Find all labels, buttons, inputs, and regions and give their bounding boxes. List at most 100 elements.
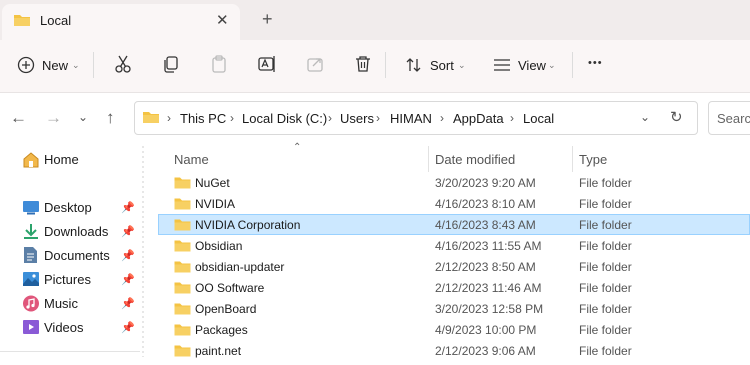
new-label: New [42, 58, 69, 73]
divider [385, 52, 386, 78]
breadcrumb-himan[interactable]: HIMAN [390, 111, 432, 126]
file-date: 3/20/2023 9:20 AM [435, 176, 536, 190]
pin-icon[interactable]: 📌 [121, 273, 135, 286]
delete-icon[interactable] [353, 54, 373, 74]
refresh-icon[interactable]: ↻ [670, 108, 683, 126]
view-icon [494, 59, 510, 71]
file-type: File folder [579, 218, 632, 232]
column-divider[interactable] [572, 146, 573, 172]
paste-icon[interactable] [209, 54, 229, 74]
download-icon [24, 224, 38, 239]
file-row[interactable]: NuGet 3/20/2023 9:20 AM File folder [158, 172, 750, 193]
chevron-down-icon: ⌄ [548, 60, 556, 70]
file-name: Packages [195, 323, 248, 337]
pin-icon[interactable]: 📌 [121, 321, 135, 334]
file-row[interactable]: Packages 4/9/2023 10:00 PM File folder [158, 319, 750, 340]
file-row[interactable]: paint.net 2/12/2023 9:06 AM File folder [158, 340, 750, 361]
view-button[interactable]: View ⌄ [488, 50, 562, 80]
nav-item-downloads[interactable]: Downloads 📌 [14, 220, 140, 242]
nav-item-home[interactable]: Home [14, 148, 140, 170]
file-type: File folder [579, 197, 632, 211]
file-date: 4/16/2023 8:43 AM [435, 218, 536, 232]
pictures-icon [23, 272, 39, 286]
more-options-button[interactable]: ••• [588, 57, 603, 69]
desktop-icon [23, 201, 39, 215]
breadcrumb-separator[interactable]: › [440, 111, 444, 125]
nav-label-home: Home [44, 152, 79, 167]
folder-icon [174, 240, 191, 252]
file-row[interactable]: OO Software 2/12/2023 11:46 AM File fold… [158, 277, 750, 298]
folder-icon [174, 282, 191, 294]
pin-icon[interactable]: 📌 [121, 249, 135, 262]
nav-item-pictures[interactable]: Pictures 📌 [14, 268, 140, 290]
cut-icon[interactable] [113, 54, 133, 74]
pin-icon[interactable]: 📌 [121, 201, 135, 214]
copy-icon[interactable] [161, 54, 181, 74]
folder-icon [174, 261, 191, 273]
recent-chevron-icon[interactable]: ⌄ [78, 110, 88, 124]
sort-button[interactable]: Sort ⌄ [400, 50, 472, 80]
nav-label-desktop: Desktop [44, 200, 92, 215]
file-name: NVIDIA Corporation [195, 218, 301, 232]
search-placeholder: Search [717, 111, 750, 126]
file-date: 2/12/2023 9:06 AM [435, 344, 536, 358]
address-dropdown-icon[interactable]: ⌄ [640, 110, 650, 124]
back-arrow-icon[interactable]: ← [10, 108, 27, 128]
home-icon [23, 152, 39, 168]
nav-label-documents: Documents [44, 248, 110, 263]
breadcrumb-separator[interactable]: › [167, 111, 171, 125]
folder-icon [174, 324, 191, 336]
nav-label-videos: Videos [44, 320, 84, 335]
file-row[interactable]: Obsidian 4/16/2023 11:55 AM File folder [158, 235, 750, 256]
file-type: File folder [579, 302, 632, 316]
file-row[interactable]: obsidian-updater 2/12/2023 8:50 AM File … [158, 256, 750, 277]
sort-icon [406, 58, 421, 72]
pin-icon[interactable]: 📌 [121, 225, 135, 238]
breadcrumb-local-disk[interactable]: Local Disk (C:) [242, 111, 327, 126]
share-icon[interactable] [305, 54, 325, 74]
file-type: File folder [579, 323, 632, 337]
file-row-selected[interactable]: NVIDIA Corporation 4/16/2023 8:43 AM Fil… [158, 214, 750, 235]
breadcrumb-separator[interactable]: › [376, 111, 380, 125]
new-tab-button[interactable]: + [262, 9, 273, 30]
breadcrumb-users[interactable]: Users [340, 111, 374, 126]
rename-icon[interactable] [257, 54, 277, 74]
forward-arrow-icon[interactable]: → [45, 108, 62, 128]
folder-icon [174, 303, 191, 315]
breadcrumb-separator[interactable]: › [510, 111, 514, 125]
tab-local[interactable] [2, 4, 240, 40]
breadcrumb-this-pc[interactable]: This PC [180, 111, 226, 126]
nav-item-desktop[interactable]: Desktop 📌 [14, 196, 140, 218]
column-header-name[interactable]: Name [174, 152, 209, 167]
close-tab-icon[interactable]: ✕ [216, 11, 229, 29]
breadcrumb-local[interactable]: Local [523, 111, 554, 126]
file-name: paint.net [195, 344, 242, 358]
nav-pane-scrollbar[interactable] [140, 143, 146, 360]
nav-item-music[interactable]: Music 📌 [14, 292, 140, 314]
folder-icon [174, 198, 191, 210]
nav-item-videos[interactable]: Videos 📌 [14, 316, 140, 338]
file-type: File folder [579, 176, 632, 190]
nav-item-documents[interactable]: Documents 📌 [14, 244, 140, 266]
file-date: 3/20/2023 12:58 PM [435, 302, 544, 316]
up-arrow-icon[interactable]: ↑ [106, 108, 115, 128]
new-button[interactable]: New ⌄ [12, 50, 96, 80]
file-row[interactable]: OpenBoard 3/20/2023 12:58 PM File folder [158, 298, 750, 319]
file-date: 4/16/2023 11:55 AM [435, 239, 542, 253]
file-name: Obsidian [195, 239, 243, 253]
sort-indicator-icon: ⌃ [293, 142, 302, 153]
file-date: 4/9/2023 10:00 PM [435, 323, 537, 337]
column-header-type[interactable]: Type [579, 152, 607, 167]
breadcrumb-separator[interactable]: › [328, 111, 332, 125]
column-header-date-modified[interactable]: Date modified [435, 152, 515, 167]
pin-icon[interactable]: 📌 [121, 297, 135, 310]
file-type: File folder [579, 344, 632, 358]
file-row[interactable]: NVIDIA 4/16/2023 8:10 AM File folder [158, 193, 750, 214]
breadcrumb-separator[interactable]: › [230, 111, 234, 125]
videos-icon [23, 320, 39, 334]
breadcrumb-appdata[interactable]: AppData [453, 111, 504, 126]
folder-icon [174, 177, 191, 189]
column-divider[interactable] [428, 146, 429, 172]
file-date: 2/12/2023 8:50 AM [435, 260, 536, 274]
folder-icon [14, 15, 30, 26]
